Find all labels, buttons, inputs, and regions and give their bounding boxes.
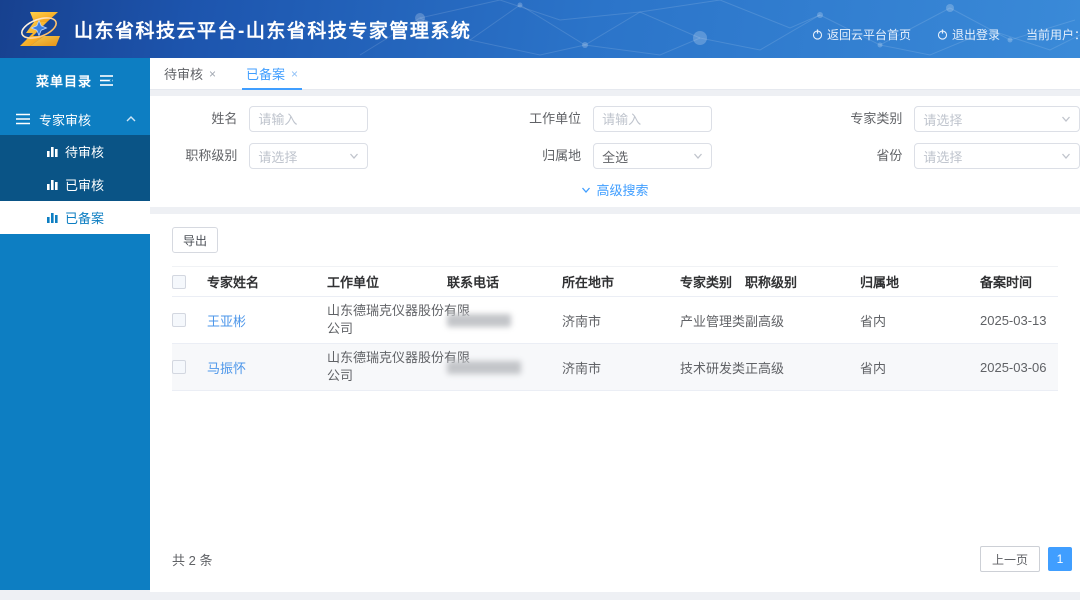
column-header-filing-date: 备案时间 xyxy=(980,267,1058,297)
category-cell: 产业管理类 xyxy=(680,297,745,344)
close-icon[interactable]: × xyxy=(209,67,216,81)
name-input[interactable] xyxy=(249,106,368,132)
tab-label: 已备案 xyxy=(246,64,285,83)
platform-logo xyxy=(16,9,62,49)
sidebar-item-label: 已备案 xyxy=(65,208,104,227)
menu-directory-header[interactable]: 菜单目录 xyxy=(0,58,150,103)
chevron-down-icon xyxy=(349,151,359,161)
province-select[interactable]: 请选择 xyxy=(914,143,1080,169)
menu-fold-icon xyxy=(99,74,114,87)
previous-page-button[interactable]: 上一页 xyxy=(980,546,1040,572)
tab-filed[interactable]: 已备案 × xyxy=(242,58,302,89)
region-select[interactable]: 全选 xyxy=(593,143,712,169)
chevron-down-icon xyxy=(693,151,703,161)
region-cell: 省内 xyxy=(860,344,980,391)
expert-category-field-label: 专家类别 xyxy=(712,106,914,132)
select-placeholder: 请选择 xyxy=(258,147,297,166)
region-cell: 省内 xyxy=(860,297,980,344)
row-checkbox[interactable] xyxy=(172,313,186,327)
sidebar-item-label: 已审核 xyxy=(65,175,104,194)
main-content: 待审核 × 已备案 × 姓名 工作单位 专家类别 请选择 xyxy=(150,58,1080,600)
return-platform-home-label: 返回云平台首页 xyxy=(827,26,911,43)
column-header-title-level: 职称级别 xyxy=(745,267,860,297)
pagination-bar: 共 2 条 上一页 1 xyxy=(150,546,1080,572)
select-placeholder: 请选择 xyxy=(923,147,962,166)
column-header-phone: 联系电话 xyxy=(447,267,562,297)
work-unit-field-label: 工作单位 xyxy=(368,106,593,132)
sidebar-group-label: 专家审核 xyxy=(39,110,126,129)
power-icon xyxy=(937,29,948,40)
chevron-up-icon xyxy=(126,116,136,122)
phone-redacted-cell xyxy=(447,361,521,374)
filing-date-cell: 2025-03-06 xyxy=(980,344,1058,391)
chevron-down-icon xyxy=(1061,151,1071,161)
region-field-label: 归属地 xyxy=(368,143,593,169)
results-card: 导出 专家姓名 工作单位 联系电话 所在地市 专家类别 职称级别 xyxy=(150,214,1080,592)
select-value: 全选 xyxy=(602,147,628,166)
return-platform-home-link[interactable]: 返回云平台首页 xyxy=(812,26,911,43)
app-title: 山东省科技云平台-山东省科技专家管理系统 xyxy=(74,16,471,43)
sidebar: 菜单目录 专家审核 待审核 xyxy=(0,58,150,590)
column-header-category: 专家类别 xyxy=(680,267,745,297)
total-count-label: 共 2 条 xyxy=(172,550,212,569)
expert-name-link[interactable]: 马振怀 xyxy=(207,361,246,376)
tab-label: 待审核 xyxy=(164,64,203,83)
tab-bar: 待审核 × 已备案 × xyxy=(150,58,1080,90)
title-level-field-label: 职称级别 xyxy=(150,143,249,169)
select-all-checkbox[interactable] xyxy=(172,275,186,289)
title-level-select[interactable]: 请选择 xyxy=(249,143,368,169)
city-cell: 济南市 xyxy=(562,344,680,391)
bar-chart-icon xyxy=(47,212,58,223)
row-checkbox[interactable] xyxy=(172,360,186,374)
city-cell: 济南市 xyxy=(562,297,680,344)
search-panel: 姓名 工作单位 专家类别 请选择 职称级别 请选择 xyxy=(150,96,1080,207)
select-placeholder: 请选择 xyxy=(923,110,962,129)
table-row: 王亚彬 山东德瑞克仪器股份有限公司 济南市 产业管理类 副高级 省内 2025-… xyxy=(172,297,1058,344)
sidebar-group-expert-review[interactable]: 专家审核 xyxy=(0,103,150,135)
column-header-city: 所在地市 xyxy=(562,267,680,297)
menu-directory-label: 菜单目录 xyxy=(36,71,92,90)
advanced-search-link[interactable]: 高级搜索 xyxy=(150,180,1080,199)
chevron-down-icon xyxy=(581,185,591,195)
table-row: 马振怀 山东德瑞克仪器股份有限公司 济南市 技术研发类 正高级 省内 2025-… xyxy=(172,344,1058,391)
filing-date-cell: 2025-03-13 xyxy=(980,297,1058,344)
chevron-down-icon xyxy=(1061,114,1071,124)
bar-chart-icon xyxy=(47,146,58,157)
column-header-region: 归属地 xyxy=(860,267,980,297)
experts-table: 专家姓名 工作单位 联系电话 所在地市 专家类别 职称级别 归属地 备案时间 王… xyxy=(172,266,1058,391)
title-level-cell: 副高级 xyxy=(745,297,860,344)
sidebar-submenu: 待审核 已审核 已备案 xyxy=(0,135,150,234)
export-button[interactable]: 导出 xyxy=(172,227,218,253)
close-icon[interactable]: × xyxy=(291,67,298,81)
advanced-search-label: 高级搜索 xyxy=(596,180,648,199)
tab-pending-review[interactable]: 待审核 × xyxy=(160,58,220,89)
table-header-row: 专家姓名 工作单位 联系电话 所在地市 专家类别 职称级别 归属地 备案时间 xyxy=(172,267,1058,297)
app-header: 山东省科技云平台-山东省科技专家管理系统 返回云平台首页 退出登录 当前用户：山… xyxy=(0,0,1080,58)
bar-chart-icon xyxy=(47,179,58,190)
sidebar-item-reviewed[interactable]: 已审核 xyxy=(0,168,150,201)
expert-category-select[interactable]: 请选择 xyxy=(914,106,1080,132)
title-level-cell: 正高级 xyxy=(745,344,860,391)
sidebar-item-filed[interactable]: 已备案 xyxy=(0,201,150,234)
phone-redacted-cell xyxy=(447,314,511,327)
page-number-button[interactable]: 1 xyxy=(1048,547,1072,571)
province-field-label: 省份 xyxy=(712,143,914,169)
name-field-label: 姓名 xyxy=(150,106,249,132)
column-header-expert-name: 专家姓名 xyxy=(207,267,327,297)
power-icon xyxy=(812,29,823,40)
name-input-control[interactable] xyxy=(258,112,359,127)
logout-label: 退出登录 xyxy=(952,26,1000,43)
work-unit-input[interactable] xyxy=(593,106,712,132)
list-icon xyxy=(16,113,30,125)
column-header-work-unit: 工作单位 xyxy=(327,267,447,297)
sidebar-item-label: 待审核 xyxy=(65,142,104,161)
sidebar-item-pending-review[interactable]: 待审核 xyxy=(0,135,150,168)
expert-name-link[interactable]: 王亚彬 xyxy=(207,314,246,329)
current-user-label: 当前用户：山东 xyxy=(1026,26,1080,43)
category-cell: 技术研发类 xyxy=(680,344,745,391)
logout-link[interactable]: 退出登录 xyxy=(937,26,1000,43)
work-unit-input-control[interactable] xyxy=(602,112,703,127)
